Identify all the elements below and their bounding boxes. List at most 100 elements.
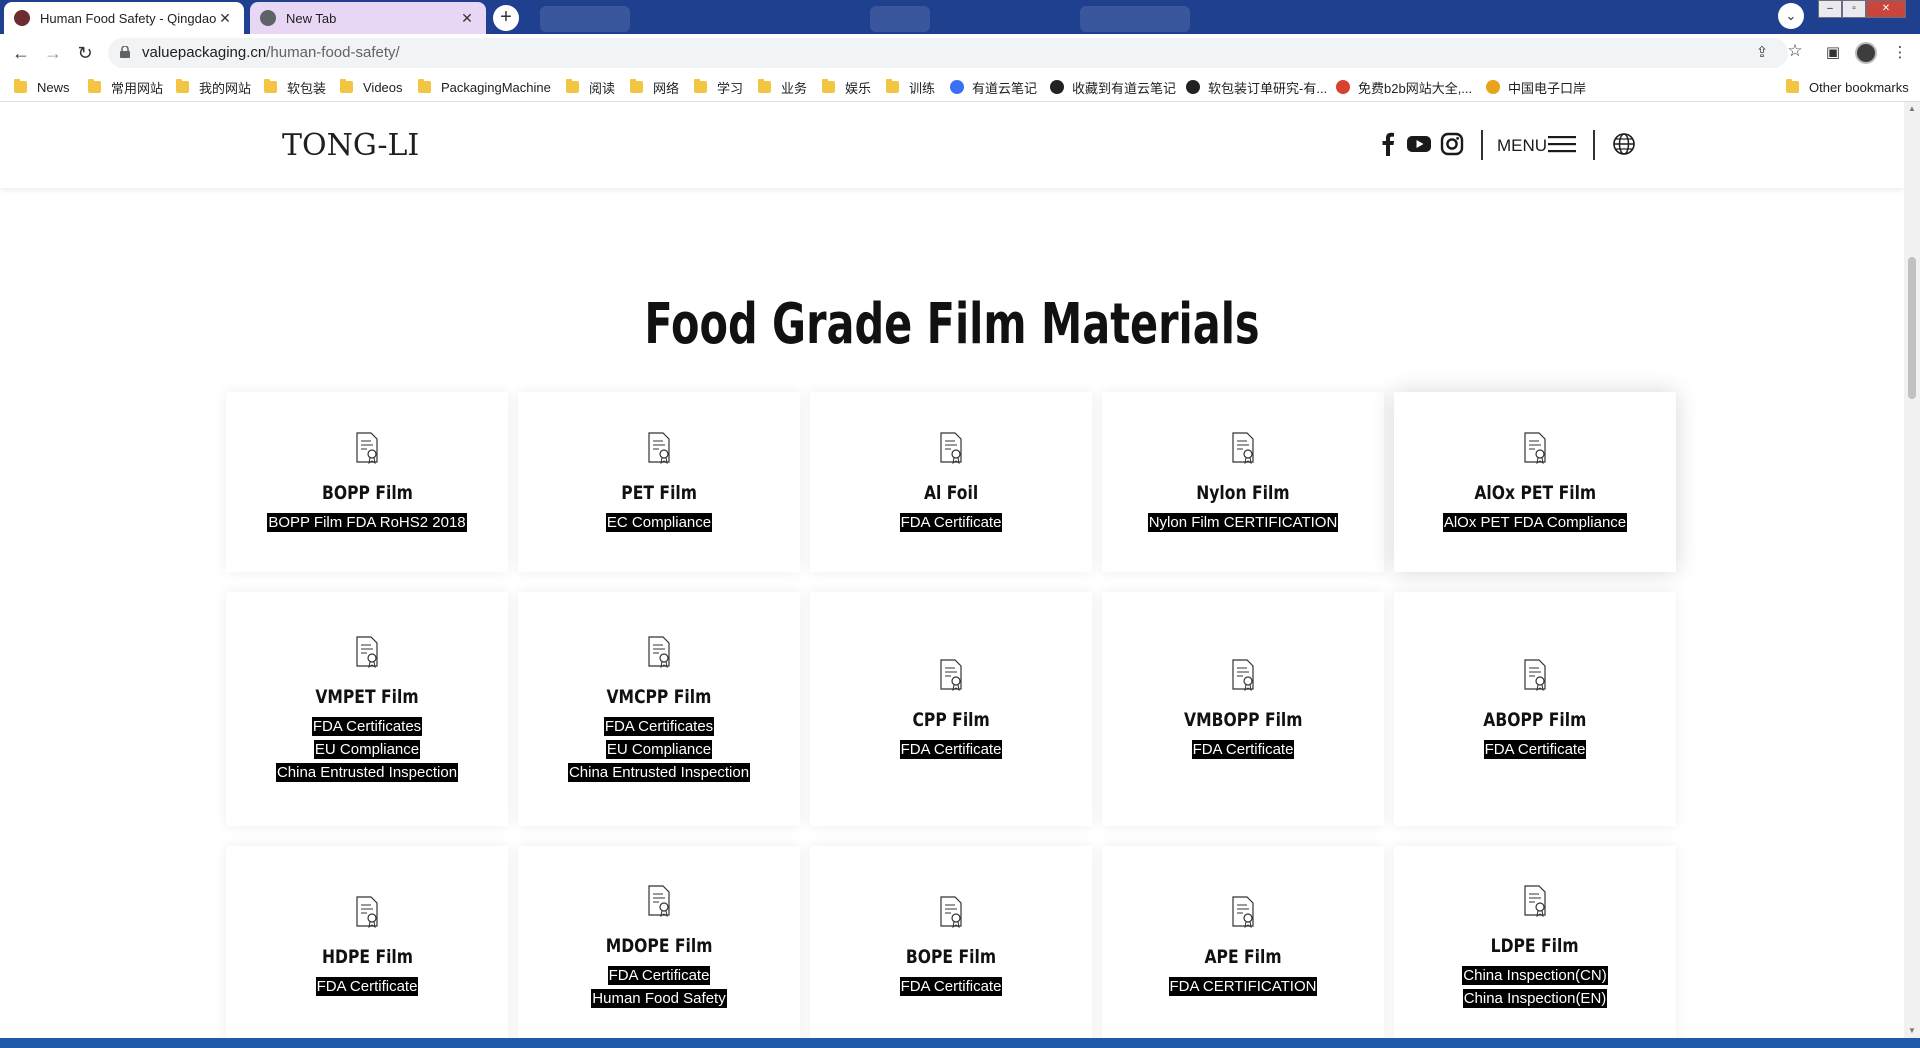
bookmark-folder[interactable]: 学习	[694, 77, 743, 97]
scrollbar-thumb[interactable]	[1908, 257, 1916, 399]
back-arrow-icon[interactable]: ←	[8, 40, 34, 66]
certificate-document-icon	[356, 432, 378, 464]
scroll-up-arrow-icon[interactable]: ▲	[1904, 102, 1920, 116]
bookmark-folder[interactable]: 娱乐	[822, 77, 871, 97]
certificate-link[interactable]: FDA Certificate	[1483, 740, 1587, 759]
side-panel-icon[interactable]: ▣	[1823, 43, 1843, 63]
minimize-icon[interactable]: –	[1818, 0, 1842, 18]
tab-human-food-safety[interactable]: Human Food Safety - Qingdao ✕	[4, 2, 244, 34]
desktop-wallpaper-decoration	[1080, 6, 1190, 32]
material-card-abopp-film[interactable]: ABOPP Film FDA Certificate	[1394, 592, 1676, 826]
material-card-hdpe-film[interactable]: HDPE Film FDA Certificate	[226, 846, 508, 1038]
certificate-link[interactable]: China Entrusted Inspection	[567, 763, 751, 782]
folder-icon	[758, 79, 771, 93]
youdao-note-icon	[950, 80, 964, 94]
scroll-down-arrow-icon[interactable]: ▼	[1904, 1024, 1920, 1038]
material-card-nylon-film[interactable]: Nylon Film Nylon Film CERTIFICATION	[1102, 392, 1384, 572]
bookmark-b2b-sites[interactable]: 免费b2b网站大全,...	[1336, 77, 1472, 97]
bookmark-folder[interactable]: 网络	[630, 77, 679, 97]
material-name: CPP Film	[912, 709, 990, 731]
certificate-link[interactable]: China Inspection(EN)	[1462, 988, 1608, 1008]
hamburger-menu-icon[interactable]	[1548, 132, 1576, 156]
certificate-link[interactable]: Nylon Film CERTIFICATION	[1147, 513, 1339, 532]
material-card-vmcpp-film[interactable]: VMCPP Film FDA Certificates EU Complianc…	[518, 592, 800, 826]
certificate-link[interactable]: China Inspection(CN)	[1462, 965, 1608, 985]
bookmark-folder[interactable]: 阅读	[566, 77, 615, 97]
bookmark-label: 软包装订单研究-有...	[1208, 80, 1328, 96]
material-card-al-foil[interactable]: Al Foil FDA Certificate	[810, 392, 1092, 572]
material-card-ldpe-film[interactable]: LDPE Film China Inspection(CN) China Ins…	[1394, 846, 1676, 1038]
forward-arrow-icon[interactable]: →	[40, 40, 66, 66]
reload-icon[interactable]: ↻	[72, 40, 98, 66]
certificate-link[interactable]: FDA CERTIFICATION	[1168, 977, 1318, 996]
certificate-link[interactable]: FDA Certificate	[607, 965, 711, 985]
bookmark-folder[interactable]: 我的网站	[176, 77, 251, 97]
bookmark-order-research[interactable]: 软包装订单研究-有...	[1186, 77, 1327, 97]
bookmark-folder[interactable]: 业务	[758, 77, 807, 97]
material-card-vmpet-film[interactable]: VMPET Film FDA Certificates EU Complianc…	[226, 592, 508, 826]
bookmark-folder[interactable]: 常用网站	[88, 77, 163, 97]
youtube-icon[interactable]	[1406, 132, 1432, 156]
material-card-bopp-film[interactable]: BOPP Film BOPP Film FDA RoHS2 2018	[226, 392, 508, 572]
certificate-link[interactable]: AlOx PET FDA Compliance	[1442, 513, 1628, 532]
bookmark-label: 常用网站	[111, 80, 164, 96]
other-bookmarks[interactable]: Other bookmarks	[1786, 77, 1909, 97]
share-icon[interactable]: ⇪	[1752, 43, 1772, 63]
material-card-bope-film[interactable]: BOPE Film FDA Certificate	[810, 846, 1092, 1038]
profile-avatar[interactable]	[1855, 42, 1877, 64]
tab-search-chevron-icon[interactable]: ⌄	[1778, 3, 1804, 29]
certificate-link[interactable]: BOPP Film FDA RoHS2 2018	[267, 513, 467, 532]
certificate-document-icon	[940, 432, 962, 464]
bookmark-folder[interactable]: 训练	[886, 77, 935, 97]
bookmark-star-icon[interactable]: ☆	[1785, 41, 1805, 61]
material-card-vmbopp-film[interactable]: VMBOPP Film FDA Certificate	[1102, 592, 1384, 826]
certificate-link[interactable]: FDA Certificate	[315, 977, 419, 996]
maximize-icon[interactable]: ▫	[1842, 0, 1866, 18]
window-close-icon[interactable]: ✕	[1866, 0, 1906, 18]
certificate-link[interactable]: Human Food Safety	[591, 988, 727, 1008]
url-text: valuepackaging.cn/human-food-safety/	[142, 44, 400, 61]
material-card-ape-film[interactable]: APE Film FDA CERTIFICATION	[1102, 846, 1384, 1038]
facebook-icon[interactable]	[1381, 132, 1395, 156]
more-menu-icon[interactable]: ⋮	[1890, 43, 1910, 63]
certificate-link[interactable]: FDA Certificates	[311, 717, 423, 736]
bookmark-folder-news[interactable]: News	[14, 77, 70, 97]
bookmark-save-to-youdao[interactable]: 收藏到有道云笔记	[1050, 77, 1176, 97]
certificate-link[interactable]: FDA Certificate	[899, 513, 1003, 532]
site-logo[interactable]: TONG-LI	[282, 128, 419, 163]
certificate-link[interactable]: EC Compliance	[605, 513, 713, 532]
bookmark-china-eport[interactable]: 中国电子口岸	[1486, 77, 1586, 97]
bookmark-folder-packagingmachine[interactable]: PackagingMachine	[418, 77, 551, 97]
certificate-link[interactable]: EU Compliance	[313, 740, 421, 759]
certificate-link[interactable]: FDA Certificate	[1191, 740, 1295, 759]
page-scrollbar[interactable]: ▲ ▼	[1904, 102, 1920, 1038]
address-bar[interactable]: valuepackaging.cn/human-food-safety/ ⇪	[108, 38, 1788, 68]
close-icon[interactable]: ✕	[458, 9, 476, 27]
menu-label[interactable]: MENU	[1497, 136, 1547, 156]
globe-language-icon[interactable]	[1612, 132, 1636, 156]
bookmark-label: Other bookmarks	[1809, 79, 1909, 95]
bookmark-label: 免费b2b网站大全,...	[1358, 80, 1473, 96]
certificate-document-icon	[648, 432, 670, 464]
material-name: VMBOPP Film	[1183, 709, 1303, 731]
material-card-cpp-film[interactable]: CPP Film FDA Certificate	[810, 592, 1092, 826]
material-card-alox-pet-film[interactable]: AlOx PET Film AlOx PET FDA Compliance	[1394, 392, 1676, 572]
close-icon[interactable]: ✕	[216, 9, 234, 27]
bookmark-folder[interactable]: 软包装	[264, 77, 326, 97]
certificate-document-icon	[1524, 884, 1546, 917]
certificate-link[interactable]: FDA Certificate	[899, 977, 1003, 996]
certificate-link[interactable]: EU Compliance	[605, 740, 713, 759]
certificate-document-icon	[1524, 659, 1546, 691]
new-tab-plus-icon[interactable]: +	[493, 5, 519, 31]
bookmark-youdao-note[interactable]: 有道云笔记	[950, 77, 1037, 97]
material-card-pet-film[interactable]: PET Film EC Compliance	[518, 392, 800, 572]
material-card-mdope-film[interactable]: MDOPE Film FDA Certificate Human Food Sa…	[518, 846, 800, 1038]
certificate-link[interactable]: China Entrusted Inspection	[275, 763, 459, 782]
instagram-icon[interactable]	[1440, 132, 1464, 156]
certificate-link[interactable]: FDA Certificates	[603, 717, 715, 736]
bookmark-folder-videos[interactable]: Videos	[340, 77, 403, 97]
certificate-link[interactable]: FDA Certificate	[899, 740, 1003, 759]
desktop-wallpaper-decoration	[540, 6, 630, 32]
site-header: TONG-LI MENU	[0, 102, 1904, 188]
tab-new-tab[interactable]: New Tab ✕	[250, 2, 486, 34]
